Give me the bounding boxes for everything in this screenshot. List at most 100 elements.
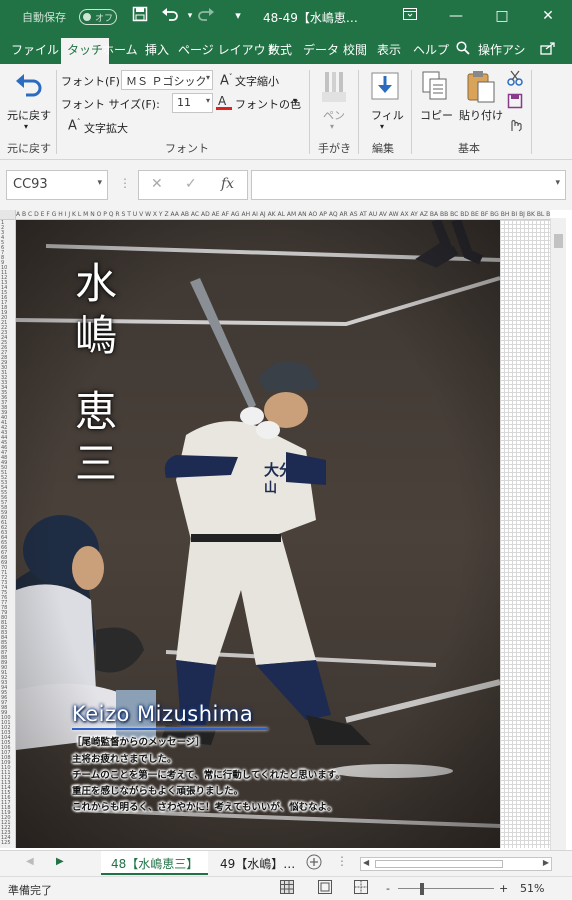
chevron-down-icon: ▾ (97, 178, 102, 188)
tab-view[interactable]: 表示 (377, 41, 401, 58)
minimize-button[interactable]: — (434, 0, 478, 34)
shrink-font-label[interactable]: 文字縮小 (235, 73, 279, 89)
maximize-button[interactable]: □ (480, 0, 524, 34)
message-heading: ［尾崎監督からのメッセージ］ (72, 737, 205, 748)
player-name-char: 三 (74, 439, 117, 488)
touch-mode-icon[interactable] (507, 116, 523, 135)
autosave-toggle[interactable]: オフ (79, 9, 117, 25)
copy-icon[interactable] (421, 70, 449, 105)
tab-home[interactable]: ホーム (102, 41, 138, 58)
scroll-left-icon[interactable]: ◀ (363, 858, 369, 867)
tab-formulas[interactable]: 数式 (268, 41, 292, 58)
font-color-label[interactable]: フォントの色 (235, 96, 301, 112)
font-name-combo[interactable]: ＭＳ Ｐゴシック ▾ (121, 70, 213, 90)
name-box[interactable]: CC93 ▾ (6, 170, 108, 200)
ribbon-separator (358, 70, 359, 154)
row-headers[interactable]: 1 2 3 4 5 6 7 8 9 10 11 12 13 14 15 16 17 18 19 20 21 22 23 24 2… (0, 220, 16, 848)
undo-chevron-icon[interactable]: ▾ (24, 122, 28, 131)
zoom-slider-thumb[interactable] (420, 883, 424, 895)
search-icon[interactable] (456, 41, 470, 58)
undo-button-label[interactable]: 元に戻す (7, 107, 51, 123)
redo-icon[interactable] (196, 6, 216, 26)
expand-formula-bar-icon[interactable]: ▾ (555, 178, 560, 188)
name-box-value: CC93 (13, 177, 48, 192)
horizontal-scrollbar[interactable]: ◀ ▶ (360, 857, 552, 871)
ribbon-display-options-icon[interactable] (388, 0, 432, 34)
autosave-label: 自動保存 (22, 11, 66, 24)
zoom-out-button[interactable]: - (386, 882, 390, 895)
title-bar: 自動保存 オフ ▾ ▾ 48-49【水嶋恵… — □ ✕ (0, 0, 572, 34)
zoom-in-button[interactable]: + (499, 882, 508, 895)
cut-icon[interactable] (507, 70, 523, 89)
font-color-icon[interactable]: A (216, 93, 232, 114)
scroll-right-icon[interactable]: ▶ (543, 858, 549, 867)
tab-insert[interactable]: 挿入 (145, 41, 169, 58)
player-name-romaji: Keizo Mizushima (72, 702, 254, 726)
font-size-combo[interactable]: 11 ▾ (172, 93, 213, 113)
next-sheet-icon[interactable]: ▶ (56, 856, 64, 867)
row-number[interactable]: 125 (1, 840, 11, 846)
worksheet-grid[interactable] (500, 220, 550, 848)
copy-label[interactable]: コピー (420, 107, 453, 123)
add-sheet-icon[interactable] (306, 854, 322, 873)
pen-chevron-icon[interactable]: ▾ (330, 122, 334, 131)
formula-buttons: ✕ ✓ fx (138, 170, 248, 200)
close-button[interactable]: ✕ (526, 0, 570, 34)
sheet-tab-bar: ◀ ▶ 48【水嶋恵三】 49【水嶋】… ⋮ ◀ ▶ (0, 850, 572, 876)
message-line: これからも明るく、さわやかに！考えてもいいが、悩むなよ。 (72, 802, 337, 813)
sheet-tab[interactable]: 49【水嶋】… (210, 851, 302, 875)
undo-large-icon[interactable] (14, 70, 44, 103)
tab-split-grip-icon[interactable]: ⋮ (336, 854, 348, 868)
paste-label[interactable]: 貼り付け (459, 107, 503, 123)
grow-font-label[interactable]: 文字拡大 (84, 120, 128, 136)
sheet-tab-active[interactable]: 48【水嶋恵三】 (101, 851, 209, 875)
player-name-char: 恵 (74, 387, 117, 436)
zoom-slider[interactable] (398, 888, 494, 889)
normal-view-icon[interactable] (280, 880, 294, 897)
tab-file[interactable]: ファイル (11, 41, 59, 58)
shrink-font-icon[interactable]: A˅ (220, 73, 232, 88)
pen-icon[interactable] (322, 70, 346, 107)
tell-me-input[interactable]: 操作アシ (478, 41, 526, 58)
message-line: チームのことを第一に考えて、常に行動してくれたと思います。 (72, 770, 345, 781)
insert-function-icon[interactable]: fx (221, 176, 234, 192)
formula-input[interactable]: ▾ (251, 170, 566, 200)
pen-label[interactable]: ペン (323, 107, 345, 123)
zoom-level[interactable]: 51% (520, 882, 544, 895)
tab-review[interactable]: 校閲 (343, 41, 367, 58)
prev-sheet-icon[interactable]: ◀ (26, 856, 34, 867)
tab-page-layout[interactable]: ページ レイアウト (178, 41, 278, 58)
vertical-scrollbar[interactable] (550, 218, 566, 850)
font-group-label: フォント (165, 142, 209, 155)
player-name-char: 水 (74, 259, 117, 308)
save-small-icon[interactable] (507, 93, 523, 112)
column-headers[interactable]: A B C D E F G H I J K L M N O P Q R S T … (16, 210, 550, 220)
font-color-dropdown-icon[interactable]: ▾ (293, 96, 297, 105)
select-all-corner[interactable] (0, 210, 16, 220)
fill-chevron-icon[interactable]: ▾ (380, 122, 384, 131)
grow-font-icon[interactable]: A˄ (68, 118, 80, 133)
vertical-scroll-thumb[interactable] (554, 234, 563, 248)
share-icon[interactable] (540, 41, 556, 58)
svg-text:A: A (218, 94, 227, 108)
page-layout-view-icon[interactable] (318, 880, 332, 897)
chevron-down-icon: ▾ (205, 96, 210, 105)
enter-icon[interactable]: ✓ (185, 176, 197, 192)
autosave-state: オフ (95, 14, 114, 24)
undo-icon[interactable] (160, 6, 180, 26)
cancel-icon[interactable]: ✕ (151, 176, 163, 192)
fill-label[interactable]: フィル (371, 107, 404, 123)
horizontal-scroll-thumb[interactable] (375, 860, 503, 868)
save-icon[interactable] (130, 6, 150, 26)
tab-help[interactable]: ヘルプ (413, 41, 449, 58)
chevron-down-icon: ▾ (205, 73, 210, 82)
tab-data[interactable]: データ (303, 41, 339, 58)
romaji-underline (72, 728, 268, 730)
fill-down-icon[interactable] (371, 72, 399, 103)
formula-bar-grip-icon[interactable]: ⋮ (119, 176, 131, 190)
page-break-view-icon[interactable] (354, 880, 368, 897)
paste-icon[interactable] (466, 70, 496, 107)
status-ready: 準備完了 (8, 884, 52, 897)
formula-bar: CC93 ▾ ⋮ ✕ ✓ fx ▾ (0, 160, 572, 210)
customize-qat-icon[interactable]: ▾ (228, 6, 248, 26)
